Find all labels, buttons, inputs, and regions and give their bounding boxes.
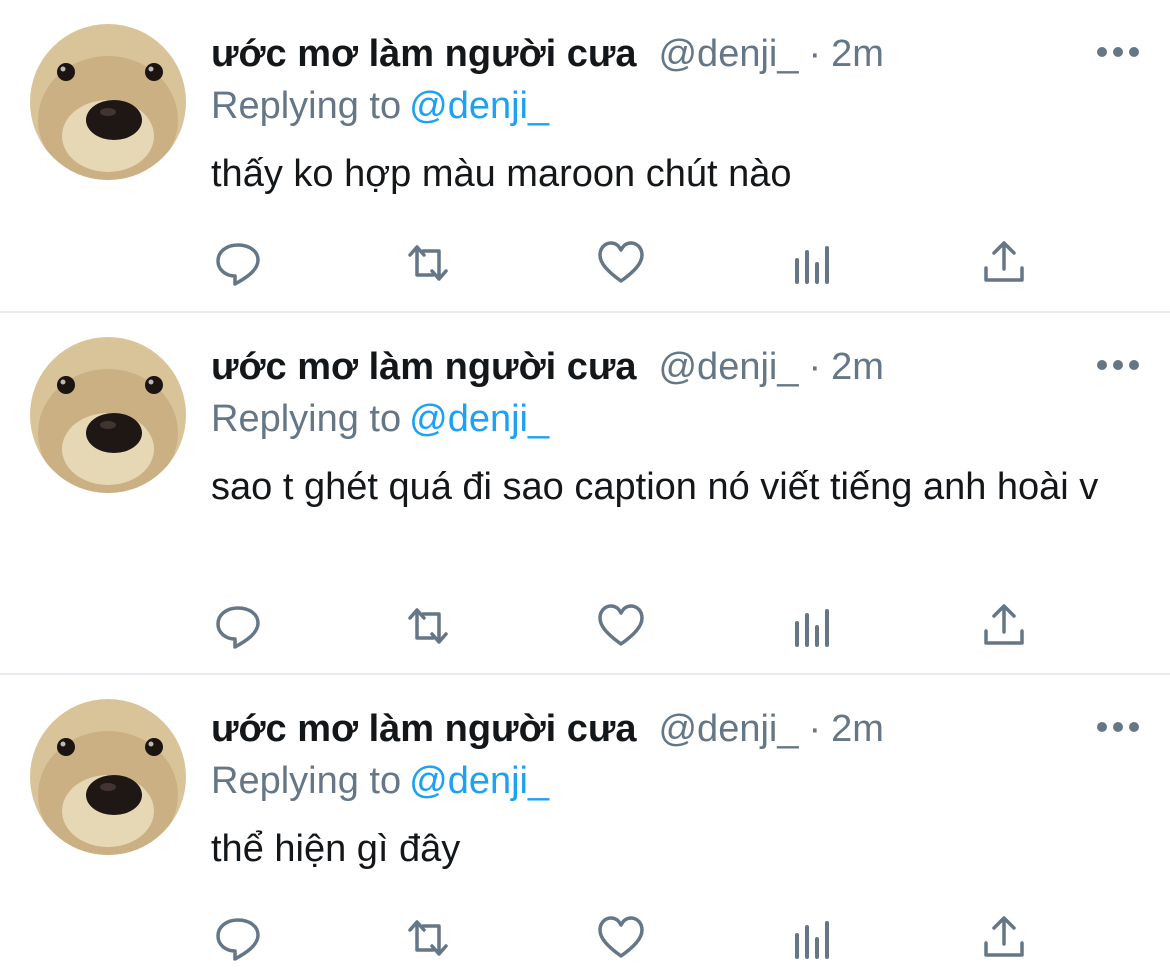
avatar[interactable]	[30, 337, 186, 493]
separator-dot: ·	[808, 33, 822, 75]
display-name[interactable]: ước mơ làm người cưa	[211, 708, 636, 750]
like-icon[interactable]	[596, 238, 646, 288]
tweet-text: thấy ko hợp màu maroon chút nào	[211, 153, 792, 195]
mention-link[interactable]: @denji_	[409, 760, 549, 802]
tweet-header: ước mơ làm người cưa @denji_ · 2m	[211, 701, 884, 757]
analytics-icon[interactable]	[788, 913, 838, 963]
reply-icon[interactable]	[213, 238, 263, 288]
timestamp[interactable]: 2m	[831, 346, 884, 388]
replying-to: Replying to @denji_	[211, 755, 549, 807]
dog-face-avatar	[30, 24, 186, 180]
user-handle[interactable]: @denji_	[658, 708, 798, 750]
user-handle[interactable]: @denji_	[658, 346, 798, 388]
tweet-text: thể hiện gì đây	[211, 828, 461, 870]
mention-link[interactable]: @denji_	[409, 398, 549, 440]
analytics-icon[interactable]	[788, 238, 838, 288]
share-icon[interactable]	[979, 913, 1029, 963]
reply-icon[interactable]	[213, 913, 263, 963]
tweet-header: ước mơ làm người cưa @denji_ · 2m	[211, 339, 884, 395]
share-icon[interactable]	[979, 601, 1029, 651]
reply-icon[interactable]	[213, 601, 263, 651]
tweet-text: sao t ghét quá đi sao caption nó viết ti…	[211, 466, 1099, 508]
more-options-icon[interactable]	[1096, 355, 1140, 375]
user-handle[interactable]: @denji_	[658, 33, 798, 75]
retweet-icon[interactable]	[403, 601, 453, 651]
replying-to-label: Replying to	[211, 398, 402, 440]
retweet-icon[interactable]	[403, 913, 453, 963]
separator-dot: ·	[808, 346, 822, 388]
display-name[interactable]: ước mơ làm người cưa	[211, 346, 636, 388]
more-options-icon[interactable]	[1096, 717, 1140, 737]
retweet-icon[interactable]	[403, 238, 453, 288]
like-icon[interactable]	[596, 913, 646, 963]
replying-to-label: Replying to	[211, 85, 402, 127]
tweet[interactable]: ước mơ làm người cưa @denji_ · 2m Replying …	[0, 313, 1170, 675]
avatar[interactable]	[30, 699, 186, 855]
tweet[interactable]: ước mơ làm người cưa @denji_ · 2m Replying …	[0, 0, 1170, 313]
replying-to-label: Replying to	[211, 760, 402, 802]
share-icon[interactable]	[979, 238, 1029, 288]
more-options-icon[interactable]	[1096, 42, 1140, 62]
separator-dot: ·	[808, 708, 822, 750]
tweet-header: ước mơ làm người cưa @denji_ · 2m	[211, 26, 884, 82]
dog-face-avatar	[30, 699, 186, 855]
analytics-icon[interactable]	[788, 601, 838, 651]
mention-link[interactable]: @denji_	[409, 85, 549, 127]
tweet[interactable]: ước mơ làm người cưa @denji_ · 2m Replying …	[0, 675, 1170, 973]
timestamp[interactable]: 2m	[831, 708, 884, 750]
replying-to: Replying to @denji_	[211, 393, 549, 445]
dog-face-avatar	[30, 337, 186, 493]
replying-to: Replying to @denji_	[211, 80, 549, 132]
timestamp[interactable]: 2m	[831, 33, 884, 75]
like-icon[interactable]	[596, 601, 646, 651]
display-name[interactable]: ước mơ làm người cưa	[211, 33, 636, 75]
avatar[interactable]	[30, 24, 186, 180]
